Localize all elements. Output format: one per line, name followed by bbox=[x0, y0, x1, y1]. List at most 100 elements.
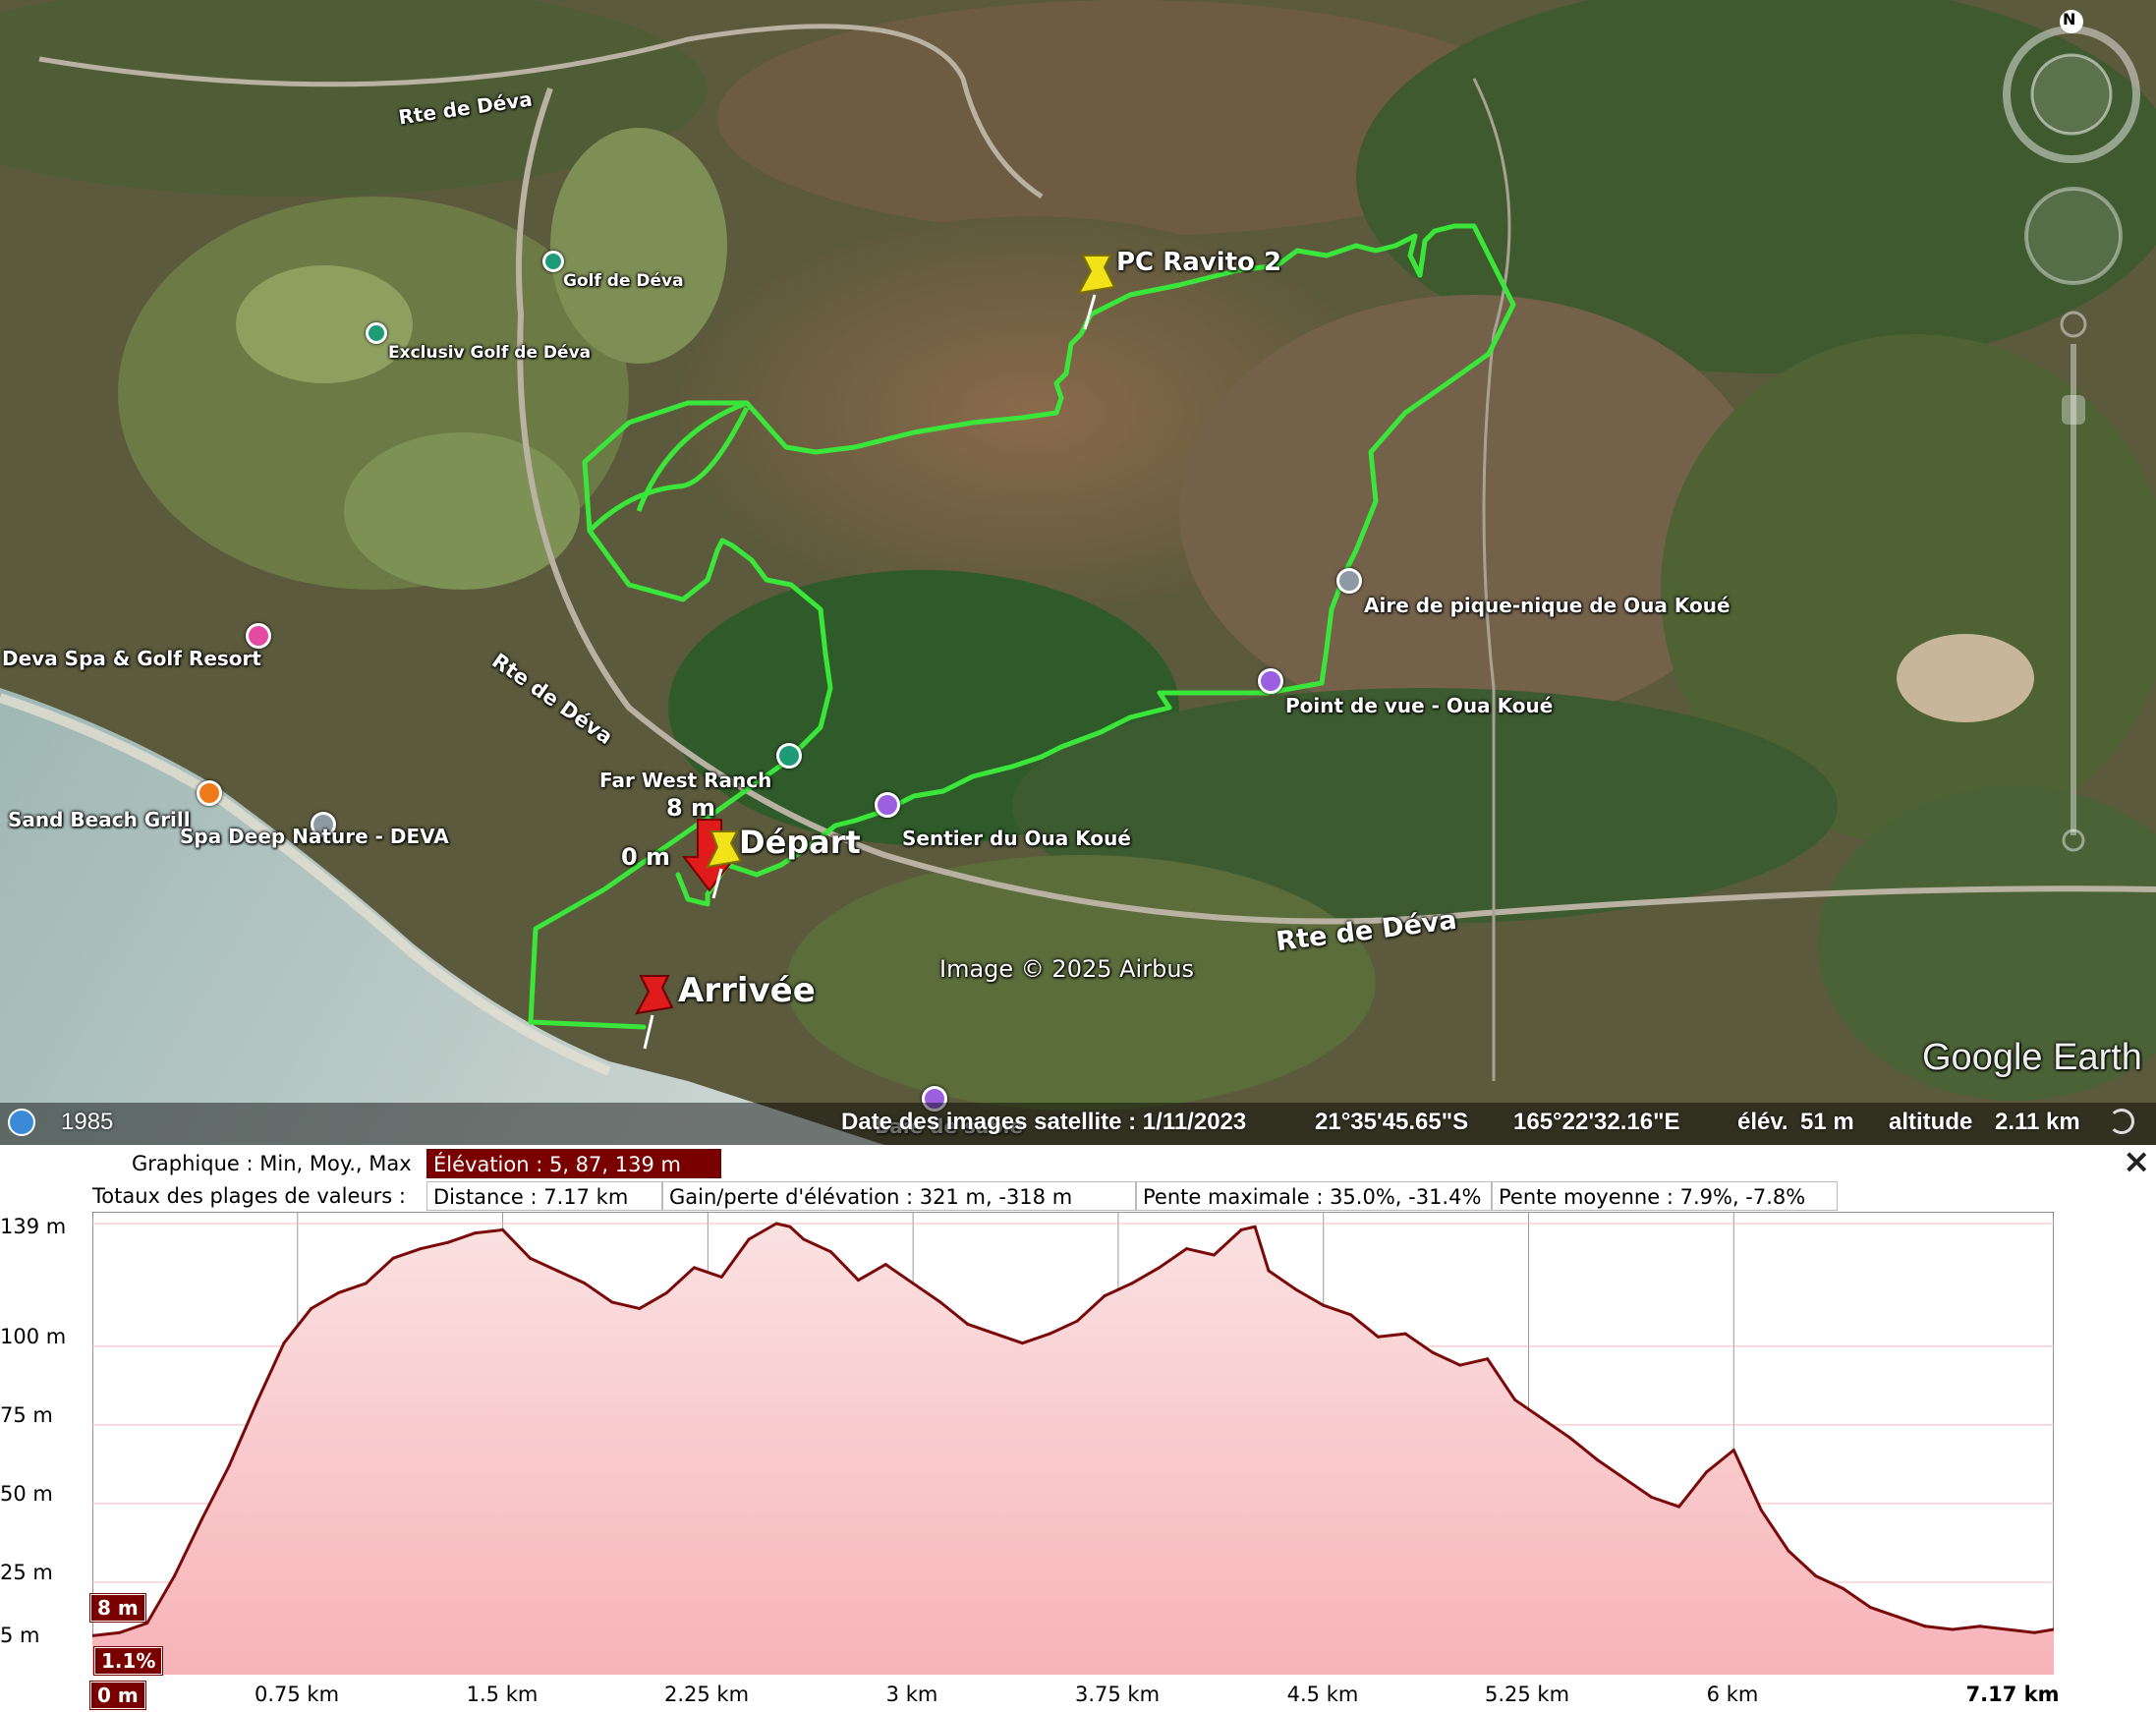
placemark-ravito[interactable]: PC Ravito 2 bbox=[1116, 248, 1281, 277]
avg-slope-box[interactable]: Pente moyenne : 7.9%, -7.8% bbox=[1492, 1181, 1838, 1211]
history-year[interactable]: 1985 bbox=[61, 1109, 113, 1136]
elevation-point bbox=[1267, 1269, 1271, 1273]
elevation-point bbox=[1951, 1627, 1955, 1631]
elevation-point bbox=[1923, 1625, 1927, 1628]
y-tick-label: 5 m bbox=[0, 1624, 40, 1647]
restaurant-icon[interactable] bbox=[197, 780, 222, 806]
elevation-point bbox=[1595, 1457, 1599, 1461]
elevation-point bbox=[1513, 1398, 1517, 1401]
elevation-point bbox=[719, 1275, 723, 1279]
elevation-point bbox=[310, 1306, 313, 1310]
elevation-point bbox=[1212, 1253, 1216, 1257]
elevation-point bbox=[173, 1574, 177, 1578]
camera-icon[interactable] bbox=[875, 792, 900, 818]
elevation-point bbox=[1814, 1574, 1818, 1578]
elevation-point bbox=[227, 1464, 231, 1468]
history-clock-icon[interactable] bbox=[8, 1109, 35, 1136]
poi-aire[interactable]: Aire de pique-nique de Oua Koué bbox=[1364, 594, 1730, 617]
hotel-icon[interactable] bbox=[246, 623, 271, 649]
elevation-point bbox=[774, 1222, 778, 1226]
x-tick-label: 2.25 km bbox=[663, 1683, 750, 1706]
poi-deva-spa[interactable]: Deva Spa & Golf Resort bbox=[2, 647, 261, 670]
camera-icon[interactable] bbox=[1258, 668, 1283, 694]
elevation-point bbox=[1130, 1282, 1134, 1285]
totals-label: Totaux des plages de valeurs : bbox=[92, 1184, 406, 1208]
elevation-point bbox=[1622, 1476, 1626, 1480]
poi-exclusiv-golf[interactable]: Exclusiv Golf de Déva bbox=[388, 343, 591, 363]
poi-spa-deep[interactable]: Spa Deep Nature - DEVA bbox=[180, 825, 449, 848]
distance-box[interactable]: Distance : 7.17 km bbox=[426, 1181, 662, 1211]
poi-point-vue[interactable]: Point de vue - Oua Koué bbox=[1285, 694, 1553, 717]
elevation-point bbox=[692, 1266, 696, 1270]
cursor-slope-tag: 1.1% bbox=[94, 1647, 163, 1675]
x-tick-label: 6 km bbox=[1706, 1683, 1759, 1706]
elevation-point bbox=[1896, 1615, 1900, 1619]
x-tick-label: 7.17 km bbox=[1965, 1683, 2060, 1706]
elevation-selector[interactable]: Élévation : 5, 87, 139 m bbox=[426, 1149, 721, 1178]
golf-icon[interactable] bbox=[542, 251, 564, 272]
elevation-gain-box[interactable]: Gain/perte d'élévation : 321 m, -318 m bbox=[662, 1181, 1136, 1211]
poi-far-west[interactable]: Far West Ranch bbox=[599, 769, 771, 792]
x-tick-label: 5.25 km bbox=[1484, 1683, 1570, 1706]
poi-sand-beach[interactable]: Sand Beach Grill bbox=[8, 808, 191, 831]
imagery-attribution: Image © 2025 Airbus bbox=[939, 955, 1195, 983]
elevation-point bbox=[1403, 1332, 1407, 1336]
elevation-point bbox=[1075, 1319, 1079, 1323]
start-distance-label: 0 m bbox=[621, 843, 671, 871]
elevation-point bbox=[1978, 1625, 1982, 1628]
elevation-point bbox=[1294, 1287, 1298, 1291]
x-tick-label: 3.75 km bbox=[1074, 1683, 1161, 1706]
elevation-point bbox=[883, 1263, 887, 1267]
elevation-point bbox=[911, 1282, 915, 1285]
look-joystick[interactable] bbox=[2014, 177, 2132, 295]
elevation-point bbox=[474, 1231, 478, 1235]
compass-north-label: N bbox=[2063, 10, 2076, 29]
loading-spinner-icon bbox=[2109, 1109, 2134, 1134]
poi-golf-deva[interactable]: Golf de Déva bbox=[563, 271, 684, 291]
start-elevation-label: 8 m bbox=[666, 794, 716, 822]
compass-control[interactable] bbox=[1993, 8, 2150, 165]
elevation-point bbox=[747, 1237, 751, 1241]
altitude-value: 2.11 km bbox=[1995, 1109, 2080, 1135]
placemark-depart[interactable]: Départ bbox=[739, 824, 861, 861]
elevation-point bbox=[1677, 1505, 1681, 1509]
elevation-point bbox=[528, 1256, 532, 1260]
elevation-point bbox=[1567, 1436, 1571, 1440]
elevation-point bbox=[638, 1306, 642, 1310]
zoom-slider[interactable] bbox=[2052, 305, 2095, 855]
latitude: 21°35'45.65"S bbox=[1315, 1109, 1469, 1135]
poi-sentier[interactable]: Sentier du Oua Koué bbox=[902, 827, 1131, 850]
golf-icon[interactable] bbox=[366, 322, 387, 344]
elevation-point bbox=[118, 1630, 122, 1634]
elevation-point bbox=[1103, 1294, 1106, 1298]
elevation-point bbox=[938, 1300, 942, 1304]
placemark-arrivee[interactable]: Arrivée bbox=[678, 971, 816, 1010]
elevation-point bbox=[802, 1237, 806, 1241]
ranch-icon[interactable] bbox=[776, 743, 802, 769]
elevation-chart[interactable] bbox=[92, 1212, 2054, 1675]
elevation-point bbox=[788, 1225, 792, 1228]
elevation-point bbox=[1322, 1303, 1326, 1307]
y-tick-label: 25 m bbox=[0, 1561, 53, 1584]
elevation-point bbox=[145, 1622, 149, 1626]
elevation-point bbox=[993, 1332, 997, 1336]
elevation-point bbox=[199, 1517, 203, 1521]
map-view[interactable]: Rte de Déva Rte de Déva Rte de Déva Golf… bbox=[0, 0, 2156, 1145]
x-tick-label: 3 km bbox=[885, 1683, 938, 1706]
y-tick-label: 50 m bbox=[0, 1482, 53, 1506]
elevation-point bbox=[555, 1269, 559, 1273]
elevation-point bbox=[829, 1250, 833, 1254]
y-tick-label: 139 m bbox=[0, 1215, 67, 1238]
close-icon[interactable]: × bbox=[2123, 1142, 2151, 1181]
elevation-point bbox=[1239, 1227, 1243, 1231]
elevation-point bbox=[1486, 1357, 1490, 1361]
elevation-point bbox=[966, 1322, 970, 1326]
elevation-point bbox=[1185, 1247, 1189, 1251]
elevation-point bbox=[364, 1282, 368, 1285]
info-icon[interactable] bbox=[1336, 568, 1362, 594]
x-tick-label: 0.75 km bbox=[254, 1683, 340, 1706]
elevation-point bbox=[337, 1290, 341, 1294]
elevation-point bbox=[501, 1227, 505, 1231]
elevation-point bbox=[1759, 1508, 1763, 1512]
max-slope-box[interactable]: Pente maximale : 35.0%, -31.4% bbox=[1136, 1181, 1492, 1211]
